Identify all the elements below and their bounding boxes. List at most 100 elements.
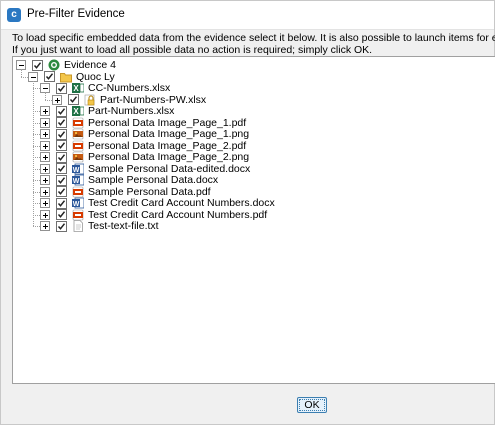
item-checkbox[interactable]	[56, 140, 67, 151]
item-checkbox[interactable]	[32, 59, 43, 71]
svg-text:W: W	[73, 167, 80, 174]
excel-icon: X	[72, 105, 85, 117]
expand-toggle-icon[interactable]	[40, 106, 50, 116]
tree-connector-line	[33, 180, 40, 181]
tree-node-file[interactable]: Sample Personal Data.pdf	[40, 186, 211, 198]
folder-icon	[60, 71, 72, 83]
tree-node-file[interactable]: Personal Data Image_Page_2.pdf	[40, 140, 246, 152]
item-label: Test Credit Card Account Numbers.docx	[88, 197, 275, 209]
item-checkbox[interactable]	[56, 174, 67, 186]
item-checkbox[interactable]	[68, 94, 79, 105]
instructions-line-1: To load specific embedded data from the …	[12, 33, 495, 44]
expand-toggle-icon[interactable]	[40, 129, 50, 139]
item-checkbox[interactable]	[56, 209, 67, 220]
expand-toggle-icon[interactable]	[40, 221, 50, 231]
instructions: To load specific embedded data from the …	[12, 33, 495, 56]
item-label: Part-Numbers-PW.xlsx	[100, 93, 207, 106]
tree-connector-line	[33, 88, 40, 89]
expand-toggle-icon[interactable]	[40, 198, 50, 208]
item-checkbox[interactable]	[56, 82, 67, 94]
expand-toggle-icon[interactable]	[40, 209, 50, 220]
item-label: Evidence 4	[64, 59, 116, 71]
item-label: Personal Data Image_Page_1.png	[88, 128, 250, 140]
item-checkbox[interactable]	[56, 117, 67, 128]
expand-toggle-icon[interactable]	[40, 140, 50, 151]
item-label: Part-Numbers.xlsx	[88, 105, 175, 117]
instructions-line-2: If you just want to load all possible da…	[12, 43, 373, 56]
tree-node-file[interactable]: W Sample Personal Data.docx	[40, 174, 218, 186]
tree-connector-line	[33, 111, 40, 112]
item-label: CC-Numbers.xlsx	[88, 82, 171, 94]
item-checkbox[interactable]	[56, 105, 67, 117]
tree-node-file[interactable]: Personal Data Image_Page_1.pdf	[40, 117, 246, 129]
tree-node-file[interactable]: Personal Data Image_Page_1.png	[40, 128, 249, 140]
word-icon: W	[72, 197, 85, 209]
expand-toggle-icon[interactable]	[40, 186, 50, 197]
window-title: Pre-Filter Evidence	[27, 8, 125, 20]
item-label: Personal Data Image_Page_1.pdf	[88, 116, 247, 129]
tree-connector-line	[21, 76, 28, 78]
item-label: Sample Personal Data-edited.docx	[88, 162, 251, 175]
expand-toggle-icon[interactable]	[40, 163, 50, 174]
tree-connector-line	[33, 134, 40, 135]
tree-node-evidence[interactable]: Evidence 4	[16, 59, 116, 71]
item-checkbox[interactable]	[56, 186, 67, 197]
item-label: Test Credit Card Account Numbers.pdf	[88, 208, 268, 221]
item-label: Sample Personal Data.docx	[88, 174, 219, 186]
item-label: Test-text-file.txt	[88, 220, 159, 232]
svg-text:X: X	[73, 107, 79, 116]
tree-node-file[interactable]: Test Credit Card Account Numbers.pdf	[40, 209, 267, 221]
pdf-icon	[72, 209, 84, 221]
tree-node-file[interactable]: W Test Credit Card Account Numbers.docx	[40, 197, 275, 209]
item-checkbox[interactable]	[44, 71, 55, 82]
svg-text:W: W	[73, 178, 80, 185]
item-checkbox[interactable]	[56, 151, 67, 163]
tree-node-file[interactable]: W Sample Personal Data-edited.docx	[40, 163, 250, 175]
title-bar: c Pre-Filter Evidence	[1, 1, 494, 30]
pdf-icon	[72, 186, 84, 198]
tree-node-file[interactable]: X Part-Numbers.xlsx	[40, 105, 174, 117]
tree-node-file[interactable]: X CC-Numbers.xlsx	[40, 82, 170, 94]
pdf-icon	[72, 117, 84, 129]
tree-connector-line	[45, 92, 46, 100]
tree-connector-line	[21, 69, 22, 77]
tree-connector-line	[33, 191, 40, 193]
svg-text:W: W	[73, 201, 80, 208]
tree-node-file-child[interactable]: Part-Numbers-PW.xlsx	[52, 94, 206, 106]
tree-connector-line	[33, 122, 40, 124]
expand-toggle-icon[interactable]	[40, 175, 50, 185]
item-checkbox[interactable]	[56, 220, 67, 232]
lock-icon	[84, 94, 96, 106]
pdf-icon	[72, 140, 84, 152]
tree-node-file[interactable]: Test-text-file.txt	[40, 220, 159, 232]
svg-text:X: X	[73, 84, 79, 93]
tree-connector-line	[33, 145, 40, 147]
item-label: Quoc Ly	[76, 70, 115, 83]
item-checkbox[interactable]	[56, 128, 67, 140]
expand-toggle-icon[interactable]	[40, 152, 50, 162]
item-label: Personal Data Image_Page_2.pdf	[88, 139, 247, 152]
tree-connector-line	[33, 168, 40, 170]
item-label: Personal Data Image_Page_2.png	[88, 151, 250, 163]
pre-filter-evidence-dialog: c Pre-Filter Evidence To load specific e…	[0, 0, 495, 425]
tree-connector-line	[45, 99, 52, 101]
png-icon	[72, 128, 84, 140]
text-file-icon	[72, 220, 84, 232]
expand-toggle-icon[interactable]	[52, 94, 62, 105]
evidence-tree[interactable]: Evidence 4 Quoc Ly X CC-Numbers.xlsx Part-Nu…	[12, 56, 495, 384]
item-checkbox[interactable]	[56, 163, 67, 174]
item-checkbox[interactable]	[56, 197, 67, 209]
tree-connector-line	[33, 214, 40, 216]
tree-node-user[interactable]: Quoc Ly	[28, 71, 115, 83]
png-icon	[72, 151, 84, 163]
evidence-icon	[48, 59, 60, 71]
ok-button[interactable]: OK	[297, 397, 327, 413]
tree-connector-line	[33, 157, 40, 158]
excel-icon: X	[72, 82, 85, 94]
app-icon: c	[7, 8, 21, 22]
tree-connector-line	[33, 226, 40, 227]
tree-node-file[interactable]: Personal Data Image_Page_2.png	[40, 151, 249, 163]
tree-connector-line	[33, 203, 40, 204]
expand-toggle-icon[interactable]	[40, 117, 50, 128]
tree-connector-line	[33, 80, 34, 226]
